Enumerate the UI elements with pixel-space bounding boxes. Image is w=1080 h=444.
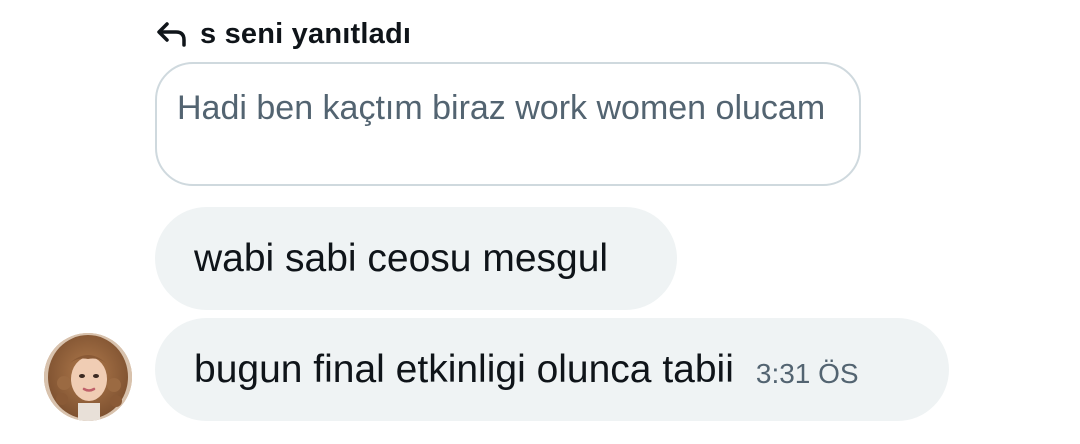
message-text: wabi sabi ceosu mesgul xyxy=(194,236,609,280)
avatar[interactable] xyxy=(44,333,132,421)
message-timestamp: 3:31 ÖS xyxy=(755,357,859,389)
quoted-text: Hadi ben kaçtım biraz work women olucam xyxy=(177,89,826,127)
reply-label: s seni yanıtladı xyxy=(200,17,412,50)
quoted-message[interactable]: Hadi ben kaçtım biraz work women olucam xyxy=(155,62,861,186)
reply-header: s seni yanıtladı xyxy=(156,14,411,54)
message-bubble[interactable]: wabi sabi ceosu mesgul xyxy=(155,207,677,310)
message-text: bugun final etkinligi olunca tabii xyxy=(194,347,734,391)
reply-arrow-icon xyxy=(156,20,188,48)
message-bubble[interactable]: bugun final etkinligi olunca tabii 3:31 … xyxy=(155,318,949,421)
